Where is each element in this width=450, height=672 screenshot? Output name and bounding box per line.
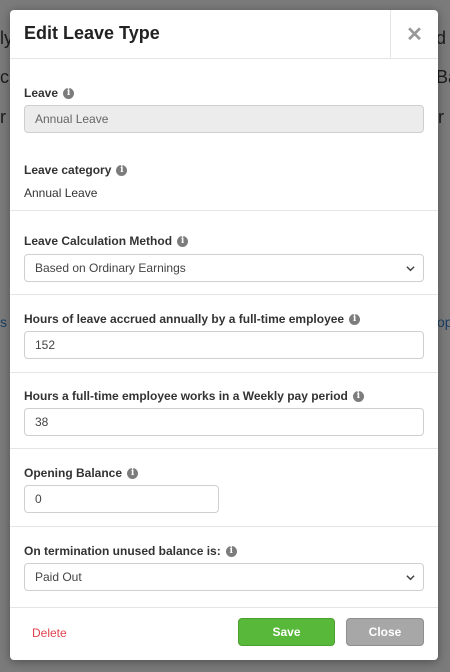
bg-fragment: op (437, 314, 450, 330)
section-divider (10, 294, 438, 295)
termination-label: On termination unused balance is: i (24, 544, 237, 558)
save-button[interactable]: Save (238, 618, 335, 646)
leave-category-value: Annual Leave (24, 186, 98, 200)
info-icon[interactable]: i (127, 467, 139, 479)
section-divider (10, 372, 438, 373)
modal-footer: Delete Save Close (10, 607, 438, 660)
bg-fragment: r (438, 107, 444, 127)
hours-accrued-input[interactable]: 152 (24, 331, 424, 359)
leave-field: Annual Leave (24, 105, 424, 133)
info-icon[interactable]: i (63, 87, 75, 99)
leave-label: Leave i (24, 86, 75, 100)
hours-weekly-label: Hours a full-time employee works in a We… (24, 389, 364, 403)
calculation-method-select[interactable]: Based on Ordinary Earnings (24, 254, 424, 282)
opening-balance-label: Opening Balance i (24, 466, 139, 480)
chevron-down-icon (406, 266, 415, 272)
hours-accrued-label: Hours of leave accrued annually by a ful… (24, 312, 361, 326)
bg-fragment: Ba (436, 67, 450, 87)
close-icon[interactable]: ✕ (390, 10, 438, 58)
termination-select[interactable]: Paid Out (24, 563, 424, 591)
delete-button[interactable]: Delete (32, 626, 67, 640)
info-icon[interactable]: i (349, 313, 361, 325)
section-divider (10, 210, 438, 211)
calculation-method-label: Leave Calculation Method i (24, 234, 189, 248)
bg-fragment: r (0, 107, 6, 127)
info-icon[interactable]: i (116, 164, 128, 176)
modal-title: Edit Leave Type (24, 23, 160, 43)
close-button[interactable]: Close (346, 618, 424, 646)
modal-header: Edit Leave Type ✕ (10, 10, 438, 59)
hours-weekly-input[interactable]: 38 (24, 408, 424, 436)
bg-fragment: s (0, 314, 7, 330)
section-divider (10, 526, 438, 527)
chevron-down-icon (406, 575, 415, 581)
info-icon[interactable]: i (177, 235, 189, 247)
info-icon[interactable]: i (352, 390, 364, 402)
edit-leave-type-modal: Edit Leave Type ✕ Leave i Annual Leave L… (10, 10, 438, 660)
info-icon[interactable]: i (225, 545, 237, 557)
bg-fragment: c (0, 67, 9, 87)
opening-balance-input[interactable]: 0 (24, 485, 219, 513)
section-divider (10, 448, 438, 449)
leave-category-label: Leave category i (24, 163, 128, 177)
